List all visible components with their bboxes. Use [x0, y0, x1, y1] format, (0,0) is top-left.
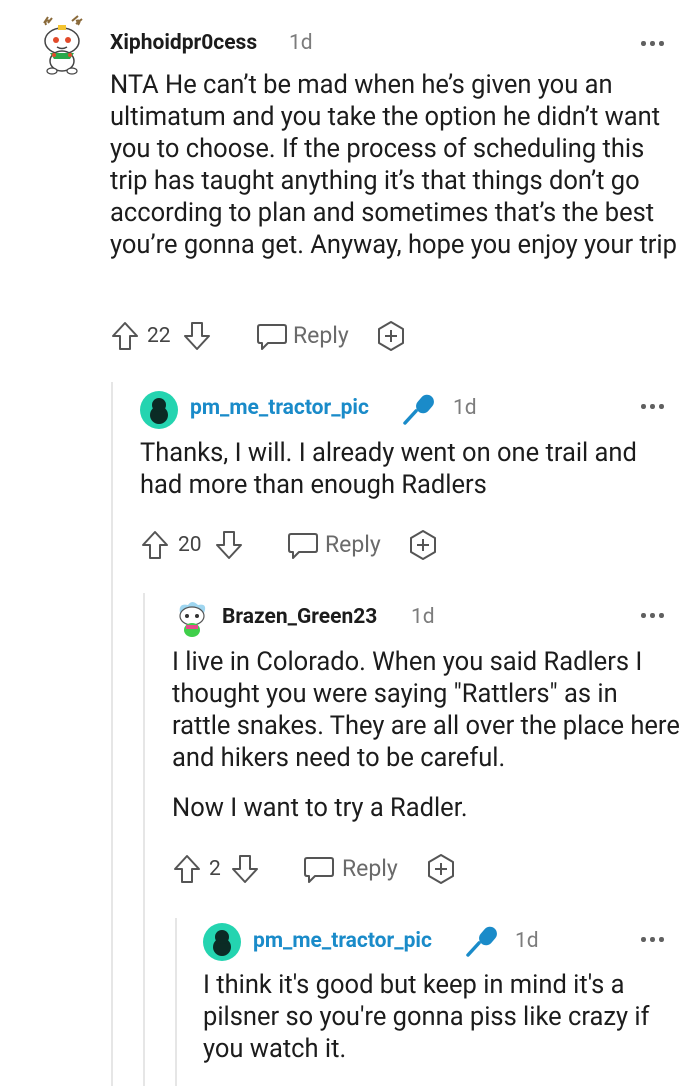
- comment-actions: 20 Reply: [140, 528, 460, 562]
- snoo-avatar-icon: [43, 15, 83, 75]
- downvote-arrow-icon[interactable]: [214, 528, 244, 566]
- comment-body: I think it's good but keep in mind it's …: [203, 970, 650, 1064]
- comment-age: 1d: [411, 605, 435, 629]
- snoo-avatar-icon: [203, 923, 241, 961]
- speech-bubble-icon[interactable]: [302, 852, 336, 890]
- comment-paragraph: Now I want to try a Radler.: [172, 793, 468, 823]
- more-dots-icon[interactable]: [641, 39, 667, 47]
- reply-button[interactable]: Reply: [342, 852, 398, 886]
- avatar[interactable]: [172, 599, 212, 639]
- plus-award-icon[interactable]: [374, 319, 408, 357]
- vote-score: 22: [147, 324, 171, 348]
- comment-username[interactable]: pm_me_tractor_pic: [253, 929, 432, 953]
- more-dots-icon[interactable]: [641, 611, 667, 619]
- comment-username[interactable]: Xiphoidpr0cess: [110, 31, 257, 55]
- avatar[interactable]: [203, 923, 241, 961]
- thread-line[interactable]: [143, 593, 145, 1086]
- more-dots-icon[interactable]: [641, 935, 667, 943]
- snoo-avatar-icon: [179, 602, 206, 637]
- downvote-arrow-icon[interactable]: [230, 852, 260, 890]
- plus-award-icon[interactable]: [406, 528, 440, 566]
- microphone-icon: [402, 391, 438, 431]
- plus-award-icon[interactable]: [424, 852, 458, 890]
- snoo-avatar-icon: [140, 391, 178, 429]
- vote-score: 2: [209, 857, 221, 881]
- more-dots-icon[interactable]: [641, 402, 667, 410]
- comment-body: NTA He can’t be mad when he’s given you …: [110, 70, 677, 260]
- thread-line[interactable]: [175, 918, 177, 1086]
- comment-actions: 2 Reply: [172, 852, 492, 886]
- upvote-arrow-icon[interactable]: [140, 528, 170, 566]
- comment-body: Thanks, I will. I already went on one tr…: [140, 438, 637, 500]
- speech-bubble-icon[interactable]: [255, 319, 289, 357]
- comment-paragraph: I live in Colorado. When you said Radler…: [172, 647, 680, 773]
- thread-line[interactable]: [111, 382, 113, 1086]
- avatar[interactable]: [34, 15, 90, 75]
- upvote-arrow-icon[interactable]: [110, 319, 140, 357]
- comment-body: I live in Colorado. When you said Radler…: [172, 646, 682, 824]
- avatar[interactable]: [140, 391, 178, 429]
- comment-age: 1d: [289, 31, 313, 55]
- downvote-arrow-icon[interactable]: [182, 319, 212, 357]
- comment-username[interactable]: Brazen_Green23: [222, 605, 377, 629]
- reply-button[interactable]: Reply: [293, 319, 349, 353]
- upvote-arrow-icon[interactable]: [172, 852, 202, 890]
- speech-bubble-icon[interactable]: [286, 528, 320, 566]
- comment-age: 1d: [453, 396, 477, 420]
- comment-username[interactable]: pm_me_tractor_pic: [190, 396, 369, 420]
- vote-score: 20: [178, 533, 202, 557]
- microphone-icon: [465, 923, 501, 963]
- comment-actions: 22 Reply: [110, 319, 430, 353]
- reply-button[interactable]: Reply: [325, 528, 381, 562]
- comment-age: 1d: [515, 929, 539, 953]
